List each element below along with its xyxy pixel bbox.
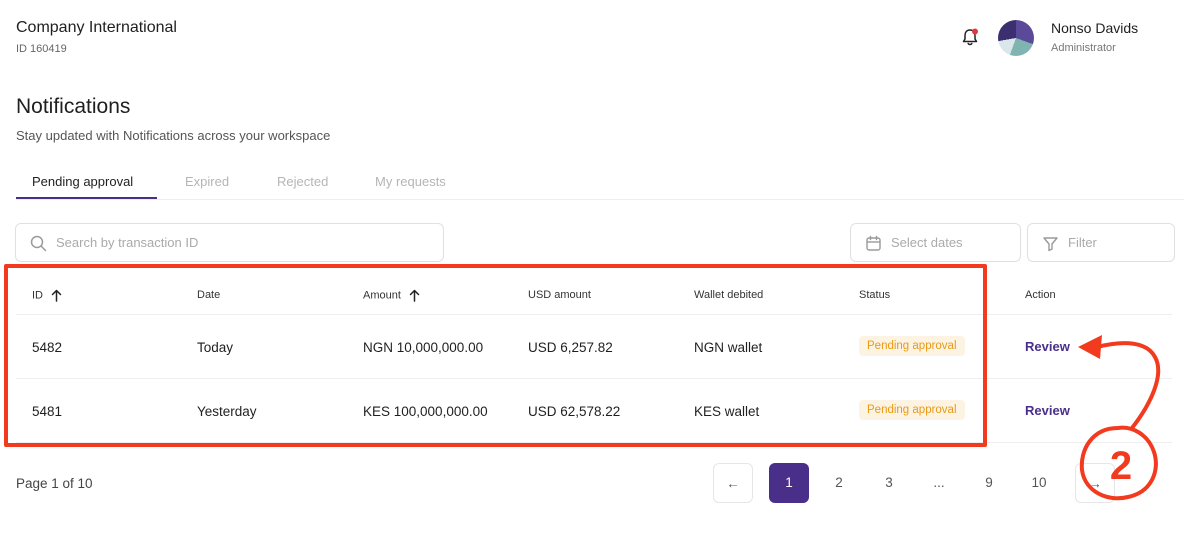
calendar-icon	[865, 235, 882, 252]
search-box	[15, 223, 444, 262]
previous-page-button[interactable]: ←	[713, 463, 753, 503]
filter-icon	[1042, 235, 1059, 252]
column-header-action: Action	[1025, 289, 1056, 301]
page-button-2[interactable]: 2	[819, 463, 859, 503]
page-button-9[interactable]: 9	[969, 463, 1009, 503]
page-button-10[interactable]: 10	[1019, 463, 1059, 503]
company-id: ID 160419	[16, 43, 67, 55]
user-role: Administrator	[1051, 42, 1116, 54]
page-info: Page 1 of 10	[16, 476, 93, 491]
bell-icon[interactable]	[961, 28, 979, 48]
avatar[interactable]	[998, 20, 1034, 56]
page-subtitle: Stay updated with Notifications across y…	[16, 128, 331, 143]
filter-label: Filter	[1068, 235, 1097, 250]
review-link[interactable]: Review	[1025, 403, 1070, 418]
tab-active-underline	[16, 197, 157, 199]
page-button-3[interactable]: 3	[869, 463, 909, 503]
tab-pending-approval[interactable]: Pending approval	[32, 174, 133, 189]
tab-my-requests[interactable]: My requests	[375, 174, 446, 189]
tabs: Pending approval Expired Rejected My req…	[16, 163, 1184, 200]
review-link[interactable]: Review	[1025, 339, 1070, 354]
user-name: Nonso Davids	[1051, 20, 1139, 36]
search-input[interactable]	[56, 224, 436, 261]
page-ellipsis: ...	[933, 475, 945, 490]
select-dates-button[interactable]: Select dates	[850, 223, 1021, 262]
tab-rejected[interactable]: Rejected	[277, 174, 328, 189]
annotation-highlight-box	[4, 264, 987, 447]
annotation-step-number: 2	[1109, 444, 1133, 488]
tab-expired[interactable]: Expired	[185, 174, 229, 189]
filter-button[interactable]: Filter	[1027, 223, 1175, 262]
page-title: Notifications	[16, 95, 131, 118]
page-button-1[interactable]: 1	[769, 463, 809, 503]
search-icon	[30, 235, 47, 252]
select-dates-label: Select dates	[891, 235, 963, 250]
company-name: Company International	[16, 19, 177, 36]
